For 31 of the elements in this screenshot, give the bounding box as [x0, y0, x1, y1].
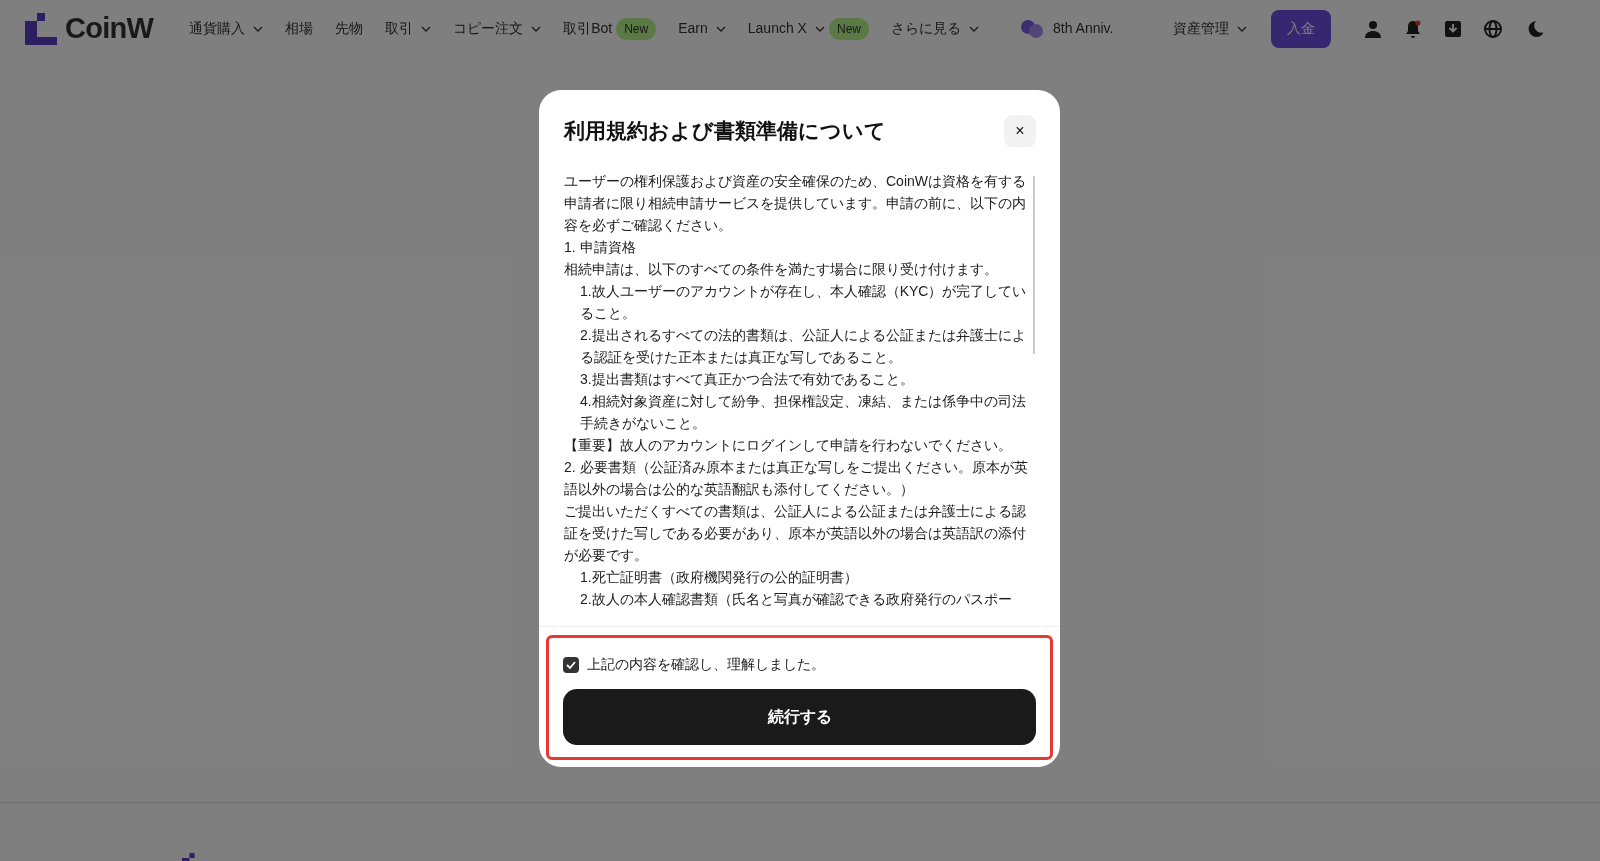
- nav-item[interactable]: さらに見る: [891, 18, 979, 39]
- terms-paragraph: 2.故人の本人確認書類（氏名と写真が確認できる政府発行のパスポー: [579, 590, 1013, 609]
- nav-item[interactable]: 相場: [285, 18, 314, 39]
- nav-item[interactable]: 取引Bot New: [563, 17, 657, 40]
- terms-paragraph: 4.相続対象資産に対して紛争、担保権設定、凍結、または係争中の司法手続きがないこと。: [579, 392, 1027, 433]
- terms-paragraph: 1.死亡証明書（政府機関発行の公的証明書）: [579, 568, 859, 587]
- new-badge: New: [616, 17, 657, 40]
- nav-item[interactable]: コピー注文: [453, 18, 542, 39]
- nav-item[interactable]: Earn: [678, 18, 726, 39]
- terms-paragraph: 2. 必要書類（公証済み原本または真正な写しをご提出ください。原本が英語以外の場合は公的な英語翻訳も添付してください。）: [564, 458, 1029, 499]
- nav-item[interactable]: 8th Anniv.: [1053, 18, 1114, 39]
- close-button[interactable]: ×: [1004, 115, 1036, 147]
- nav-item[interactable]: 資産管理: [1173, 18, 1248, 39]
- terms-paragraph: 2.提出されるすべての法的書類は、公証人による公証または弁護士による認証を受けた正本または真正な写しであること。: [579, 326, 1027, 367]
- agree-label: 上記の内容を確認し、理解しました。: [587, 655, 825, 674]
- terms-paragraph: 【重要】故人のアカウントにログインして申請を行わないでください。: [564, 436, 1013, 455]
- nav-item[interactable]: 取引: [385, 18, 432, 39]
- logo-text[interactable]: CoinW: [65, 6, 154, 51]
- new-badge: New: [828, 17, 869, 40]
- terms-paragraph: ご提出いただくすべての書類は、公証人による公証または弁護士による認証を受けた写しである必要があり、原本が英語以外の場合は英語訳の添付が必要です。: [564, 502, 1027, 565]
- deposit-button[interactable]: 入金: [1271, 9, 1332, 48]
- terms-paragraph: 3.提出書類はすべて真正かつ合法で有効であること。: [579, 370, 915, 389]
- nav-item[interactable]: 先物: [335, 18, 364, 39]
- continue-button[interactable]: 続行する: [563, 689, 1036, 745]
- modal-title: 利用規約および書類準備について: [564, 118, 886, 145]
- nav-item[interactable]: 通貨購入: [189, 18, 264, 39]
- terms-paragraph: 相続申請は、以下のすべての条件を満たす場合に限り受け付けます。: [564, 260, 999, 279]
- terms-paragraph: 1.故人ユーザーのアカウントが存在し、本人確認（KYC）が完了していること。: [579, 282, 1028, 323]
- terms-paragraph: 1. 申請資格: [564, 238, 637, 257]
- nav-item[interactable]: Launch X New: [747, 17, 869, 40]
- terms-paragraph: ユーザーの権利保護および資産の安全確保のため、CoinWは資格を有する申請者に限り相続申請サービスを提供しています。申請の前に、以下の内容を必ずご確認ください。: [564, 172, 1027, 235]
